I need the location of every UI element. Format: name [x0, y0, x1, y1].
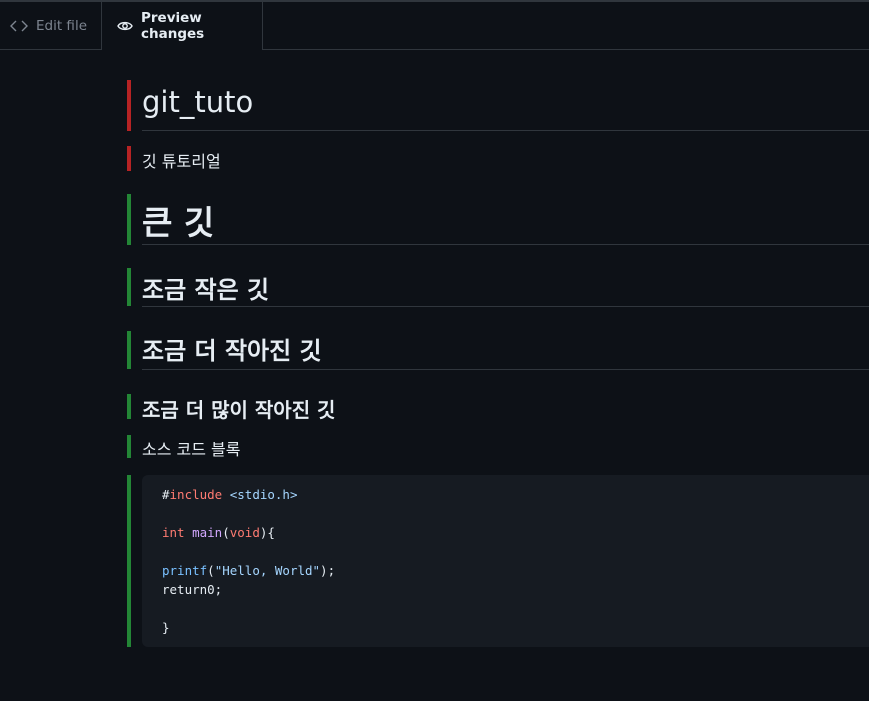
heading-2-block: 조금 작은 깃 [127, 268, 869, 308]
code-line-1: #include <stdio.h> [162, 487, 297, 502]
heading-2: 조금 작은 깃 [142, 276, 270, 304]
heading-divider [142, 244, 869, 245]
code-icon [10, 19, 28, 33]
heading-4-block: 조금 더 많이 작아진 깃 [127, 394, 869, 422]
code-token: ){ [259, 525, 275, 540]
addition-marker [127, 331, 131, 369]
heading-1: 큰 깃 [142, 203, 215, 242]
tab-edit-file[interactable]: Edit file [0, 2, 101, 49]
code-caption: 소스 코드 블록 [142, 440, 241, 459]
eye-icon [117, 20, 133, 32]
tab-preview-changes-label: Preview changes [141, 10, 205, 42]
code-caption-block: 소스 코드 블록 [127, 435, 869, 459]
code-token: printf [162, 563, 208, 578]
code-token: main [192, 525, 223, 540]
preview-content: git_tuto 깃 튜토리얼 큰 깃 조금 작은 깃 조금 더 작아진 깃 조… [0, 50, 869, 701]
code-token: ( [222, 525, 230, 540]
code-token: void [229, 525, 260, 540]
deletion-marker [127, 146, 131, 171]
code-token: ); [320, 563, 336, 578]
code-token: return0; [162, 582, 223, 597]
heading-divider [142, 130, 869, 131]
doc-title-block: git_tuto [127, 80, 869, 132]
editor-tab-bar: Edit file Preview changes [0, 2, 869, 50]
subtitle-text: 깃 튜토리얼 [142, 152, 221, 171]
heading-3-block: 조금 더 작아진 깃 [127, 331, 869, 371]
code-token: int [162, 525, 185, 540]
code-token: # [162, 487, 170, 502]
code-line-3: printf("Hello, World"); [162, 563, 335, 578]
tab-edit-file-label: Edit file [36, 17, 87, 34]
code-block-wrapper: #include <stdio.h> int main(void){ print… [127, 475, 869, 647]
code-line-2: int main(void){ [162, 525, 275, 540]
addition-marker [127, 268, 131, 306]
code-line-5: } [162, 620, 170, 635]
addition-marker [127, 435, 131, 458]
code-token: include [169, 487, 223, 502]
code-line-4: return0; [162, 582, 222, 597]
code-block[interactable]: #include <stdio.h> int main(void){ print… [142, 475, 869, 647]
code-token: <stdio.h> [229, 487, 298, 502]
heading-divider [142, 306, 869, 307]
heading-1-block: 큰 깃 [127, 194, 869, 246]
addition-marker [127, 475, 131, 647]
addition-marker [127, 194, 131, 245]
doc-subtitle-block: 깃 튜토리얼 [127, 146, 869, 172]
page-title: git_tuto [142, 85, 254, 119]
code-token: ( [207, 563, 215, 578]
heading-3: 조금 더 작아진 깃 [142, 337, 322, 365]
addition-marker [127, 394, 131, 419]
deletion-marker [127, 80, 131, 131]
code-token: } [162, 620, 170, 635]
tab-preview-changes[interactable]: Preview changes [101, 2, 263, 50]
heading-divider [142, 369, 869, 370]
code-token: "Hello, World" [214, 563, 321, 578]
heading-4: 조금 더 많이 작아진 깃 [142, 398, 336, 422]
